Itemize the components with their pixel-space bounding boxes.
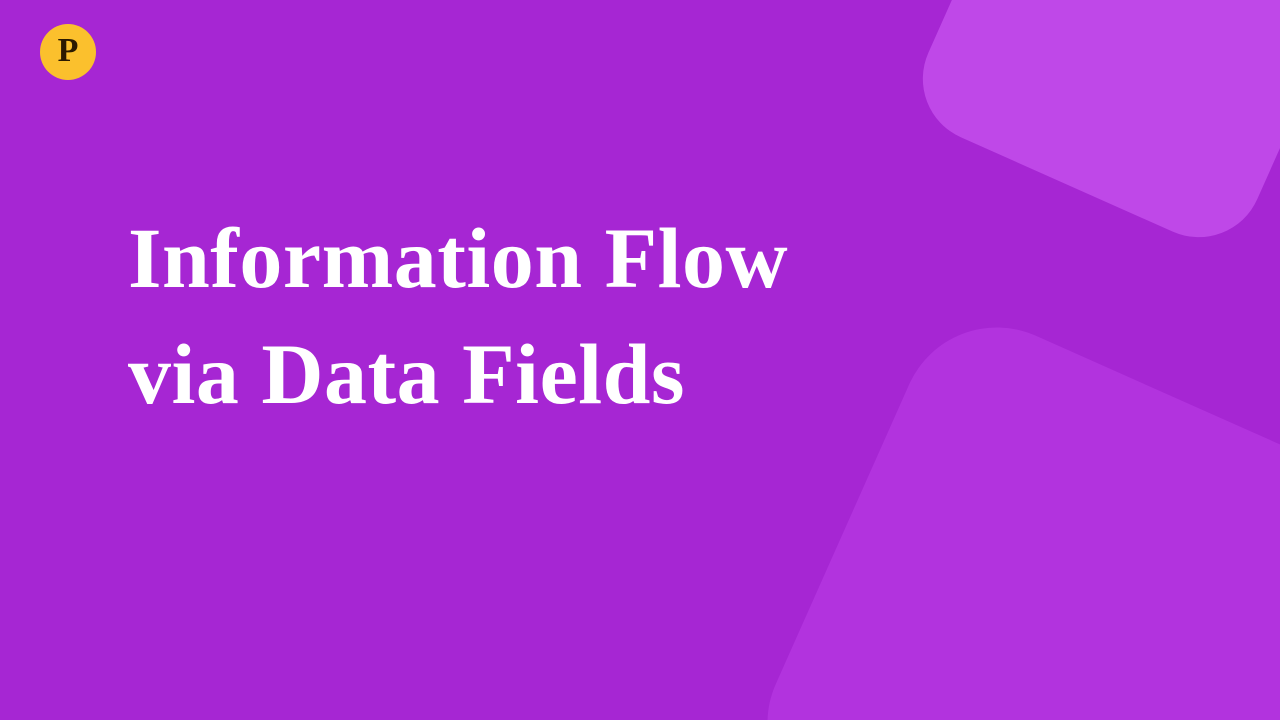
- logo-letter: P: [58, 34, 79, 68]
- title-line-2: via Data Fields: [128, 326, 685, 422]
- slide-title: Information Flow via Data Fields: [128, 200, 1200, 432]
- title-slide: P Information Flow via Data Fields: [0, 0, 1280, 720]
- title-line-1: Information Flow: [128, 210, 788, 306]
- logo-badge: P: [40, 24, 96, 80]
